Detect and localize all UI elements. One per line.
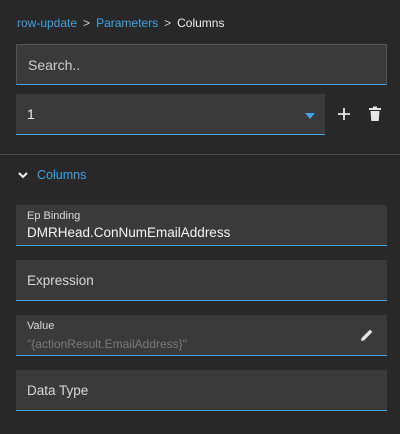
field-label: Expression <box>27 273 94 288</box>
pencil-icon[interactable] <box>359 327 375 343</box>
data-type-field[interactable]: Data Type <box>16 370 387 411</box>
field-placeholder: "{actionResult.EmailAddress}" <box>27 337 187 351</box>
field-label: Data Type <box>27 383 89 398</box>
divider <box>0 154 400 155</box>
search-input[interactable] <box>16 44 387 85</box>
section-title: Columns <box>37 168 87 182</box>
column-index-select[interactable]: 1 <box>16 94 325 135</box>
column-index-value: 1 <box>27 106 35 122</box>
breadcrumb-row-update[interactable]: row-update <box>17 16 77 30</box>
chevron-down-icon <box>18 172 28 179</box>
expression-field[interactable]: Expression <box>16 260 387 301</box>
breadcrumb-separator: > <box>83 16 91 30</box>
breadcrumb: row-update > Parameters > Columns <box>17 15 224 31</box>
breadcrumb-separator: > <box>164 16 172 30</box>
columns-section-toggle[interactable]: Columns <box>17 166 86 184</box>
field-value: DMRHead.ConNumEmailAddress <box>27 225 231 240</box>
field-label: Ep Binding <box>27 210 81 222</box>
breadcrumb-parameters[interactable]: Parameters <box>96 16 158 30</box>
field-label: Value <box>27 320 55 332</box>
plus-icon[interactable] <box>334 104 354 124</box>
caret-down-icon <box>305 113 315 119</box>
value-field[interactable]: Value "{actionResult.EmailAddress}" <box>16 315 387 356</box>
breadcrumb-current: Columns <box>177 16 225 30</box>
ep-binding-field[interactable]: Ep Binding DMRHead.ConNumEmailAddress <box>16 205 387 246</box>
trash-icon[interactable] <box>365 104 385 124</box>
properties-panel: row-update>Parameters>Columns 1 Columns … <box>0 0 400 434</box>
